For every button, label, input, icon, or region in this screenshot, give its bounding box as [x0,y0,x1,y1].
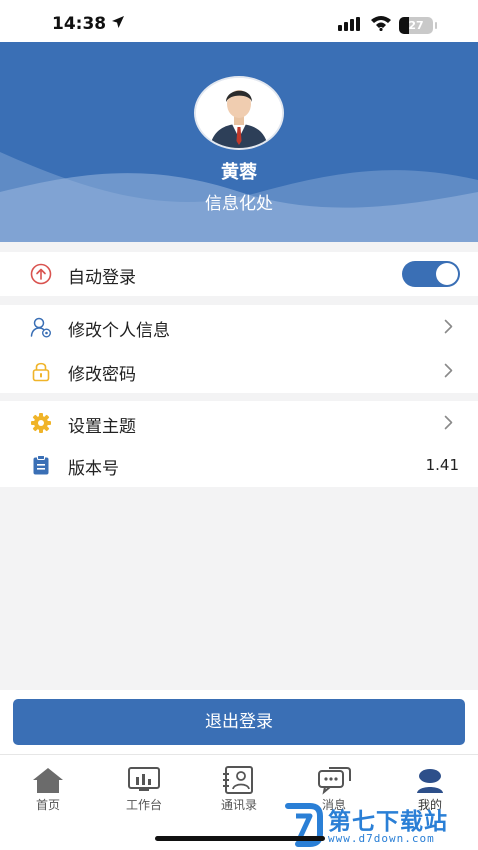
tab-home[interactable]: 首页 [8,765,88,817]
auto-login-icon [30,263,52,285]
status-time: 14:38 [52,14,107,34]
settings-row-theme[interactable]: 设置主题 [0,401,478,445]
cellular-signal-icon [338,17,360,31]
toggle-knob [436,263,458,285]
contacts-icon [223,766,253,794]
tab-contacts[interactable]: 通讯录 [199,765,279,817]
tab-workbench[interactable]: 工作台 [104,765,184,817]
logout-area: 退出登录 [0,690,478,754]
workbench-icon [128,767,160,791]
watermark-url: www.d7down.com [328,832,435,845]
settings-group-app: 设置主题 版本号 1.41 [0,401,478,487]
home-indicator [155,836,325,841]
settings-row-version: 版本号 1.41 [0,443,478,487]
auto-login-toggle[interactable] [402,261,460,287]
chevron-right-icon [444,415,453,430]
user-name: 黄蓉 [221,162,257,183]
tab-label: 工作台 [125,798,162,812]
settings-group-login: 自动登录 [0,252,478,296]
tab-label: 首页 [35,798,60,812]
settings-row-auto-login: 自动登录 [0,252,478,296]
message-icon [318,767,351,795]
auto-login-label: 自动登录 [68,268,136,288]
version-value: 1.41 [425,456,459,474]
settings-group-account: 修改个人信息 修改密码 [0,305,478,393]
chevron-right-icon [444,319,453,334]
user-department: 信息化处 [205,194,273,214]
theme-label: 设置主题 [68,417,136,437]
watermark-logo-icon [285,803,323,847]
version-label: 版本号 [68,459,119,479]
avatar[interactable] [194,76,284,150]
status-bar: 14:38 27 [0,0,478,42]
tab-label: 通讯录 [220,798,257,812]
user-avatar-icon [196,78,282,148]
profile-header: 黄蓉 信息化处 [0,42,478,242]
edit-profile-icon [30,317,51,338]
battery-level: 27 [408,19,424,32]
settings-row-edit-profile[interactable]: 修改个人信息 [0,305,478,349]
watermark-brand: 第七下载站 [328,809,448,835]
change-password-label: 修改密码 [68,365,136,385]
wifi-icon [371,16,391,31]
clipboard-icon [33,455,49,475]
gear-icon [31,413,51,433]
location-arrow-icon [112,16,124,28]
logout-button[interactable]: 退出登录 [13,699,465,745]
battery-indicator: 27 [399,17,437,34]
edit-profile-label: 修改个人信息 [68,321,170,341]
profile-icon [417,769,443,793]
lock-icon [32,362,50,382]
home-icon [33,768,63,793]
settings-row-change-password[interactable]: 修改密码 [0,349,478,393]
chevron-right-icon [444,363,453,378]
